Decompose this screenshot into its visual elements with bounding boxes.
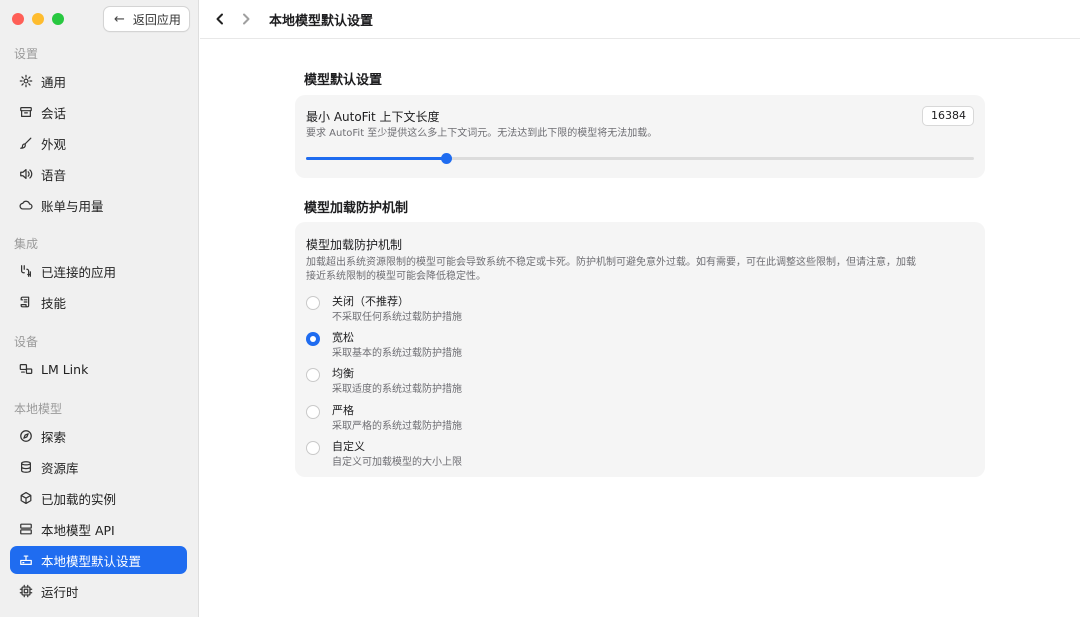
radio-button[interactable] [306,368,320,382]
sidebar-item-label: 探索 [41,429,67,445]
autofit-title: 最小 AutoFit 上下文长度 [306,110,440,124]
guard-option-off[interactable]: 关闭（不推荐） 不采取任何系统过载防护措施 [306,293,906,323]
sidebar-item-label: 已连接的应用 [41,264,117,280]
close-window-button[interactable] [12,13,24,25]
guard-option-balanced[interactable]: 均衡 采取适度的系统过载防护措施 [306,365,906,395]
cloud-icon [19,198,33,212]
back-to-app-button[interactable]: ← 返回应用 [103,6,190,32]
scroll-icon [19,295,33,309]
section-title-load-guard: 模型加载防护机制 [304,201,409,216]
option-description: 采取严格的系统过载防护措施 [332,421,462,432]
sidebar-item-label: 运行时 [41,584,79,600]
radio-button[interactable] [306,405,320,419]
sidebar-item-appearance[interactable]: 外观 [10,129,187,157]
sidebar-item-label: 本地模型默认设置 [41,553,142,569]
sidebar-item-lm-link[interactable]: LM Link [10,355,187,383]
sidebar-item-local-api[interactable]: 本地模型 API [10,515,187,543]
load-guard-description-line2: 接近系统限制的模型可能会降低稳定性。 [306,271,486,282]
gear-icon [19,74,33,88]
slider-thumb[interactable] [441,153,453,164]
guard-option-strict[interactable]: 严格 采取严格的系统过载防护措施 [306,402,906,432]
page-title: 本地模型默认设置 [269,13,374,29]
minimize-window-button[interactable] [32,13,44,25]
chevron-right-icon [243,13,250,25]
compass-icon [19,429,33,443]
window-controls [12,13,64,25]
arrow-left-icon: ← [114,11,125,27]
load-guard-title: 模型加载防护机制 [306,238,403,252]
sidebar: ← 返回应用 设置 通用 会话 外观 语音 账单与用量 集成 已连接的应用 技能… [0,0,199,617]
page-header: 本地模型默认设置 [200,0,1080,39]
slider-fill [306,157,447,160]
sidebar-item-sessions[interactable]: 会话 [10,98,187,126]
archive-icon [19,105,33,119]
sidebar-item-label: 通用 [41,74,67,90]
sidebar-item-label: 本地模型 API [41,522,115,538]
option-label: 自定义 [332,440,365,453]
zoom-window-button[interactable] [52,13,64,25]
sidebar-section-title: 设置 [14,47,39,61]
back-to-app-label: 返回应用 [132,12,181,27]
sidebar-item-label: 已加载的实例 [41,491,117,507]
guard-option-custom[interactable]: 自定义 自定义可加载模型的大小上限 [306,438,906,468]
option-description: 采取适度的系统过载防护措施 [332,384,462,395]
autofit-description: 要求 AutoFit 至少提供这么多上下文词元。无法达到此下限的模型将无法加载。 [306,128,658,139]
sidebar-item-label: 会话 [41,105,67,121]
sidebar-item-model-defaults[interactable]: 本地模型默认设置 [10,546,187,574]
database-icon [19,460,33,474]
sidebar-item-library[interactable]: 资源库 [10,453,187,481]
sidebar-section-title: 集成 [14,237,39,251]
sidebar-item-label: LM Link [41,361,89,377]
option-label: 均衡 [332,367,354,380]
model-defaults-icon [19,553,33,567]
sidebar-item-connected-apps[interactable]: 已连接的应用 [10,257,187,285]
devices-icon [19,362,33,376]
load-guard-description-line1: 加载超出系统资源限制的模型可能会导致系统不稳定或卡死。防护机制可避免意外过载。如… [306,257,916,268]
radio-button[interactable] [306,296,320,310]
chevron-left-icon [216,13,223,25]
section-title-model-defaults: 模型默认设置 [304,73,383,88]
sidebar-item-general[interactable]: 通用 [10,67,187,95]
sidebar-item-label: 资源库 [41,460,79,476]
load-guard-card: 模型加载防护机制 加载超出系统资源限制的模型可能会导致系统不稳定或卡死。防护机制… [295,222,985,477]
option-description: 不采取任何系统过载防护措施 [332,312,462,323]
server-icon [19,522,33,536]
speaker-icon [19,167,33,181]
sidebar-item-label: 账单与用量 [41,198,104,214]
radio-button[interactable] [306,332,320,346]
sidebar-section-title: 设备 [14,335,39,349]
sidebar-item-runtime[interactable]: 运行时 [10,577,187,605]
autofit-value-input[interactable]: 16384 [922,106,974,126]
sidebar-item-billing[interactable]: 账单与用量 [10,191,187,219]
radio-button[interactable] [306,441,320,455]
brush-icon [19,136,33,150]
sidebar-item-label: 技能 [41,295,67,311]
autofit-slider[interactable] [306,153,974,164]
option-label: 严格 [332,404,354,417]
option-description: 自定义可加载模型的大小上限 [332,457,462,468]
nav-back-button[interactable] [211,10,229,28]
nav-forward-button[interactable] [237,10,255,28]
guard-option-relaxed[interactable]: 宽松 采取基本的系统过载防护措施 [306,329,906,359]
sidebar-item-label: 语音 [41,167,67,183]
cube-icon [19,491,33,505]
sidebar-item-label: 外观 [41,136,67,152]
autofit-card: 最小 AutoFit 上下文长度 要求 AutoFit 至少提供这么多上下文词元… [295,95,985,178]
sidebar-item-discover[interactable]: 探索 [10,422,187,450]
sidebar-item-voice[interactable]: 语音 [10,160,187,188]
chip-icon [19,584,33,598]
sidebar-item-skills[interactable]: 技能 [10,288,187,316]
option-label: 关闭（不推荐） [332,295,409,308]
connected-apps-icon [19,264,33,278]
sidebar-item-loaded-instances[interactable]: 已加载的实例 [10,484,187,512]
option-description: 采取基本的系统过载防护措施 [332,348,462,359]
option-label: 宽松 [332,331,354,344]
sidebar-section-title: 本地模型 [14,402,63,416]
